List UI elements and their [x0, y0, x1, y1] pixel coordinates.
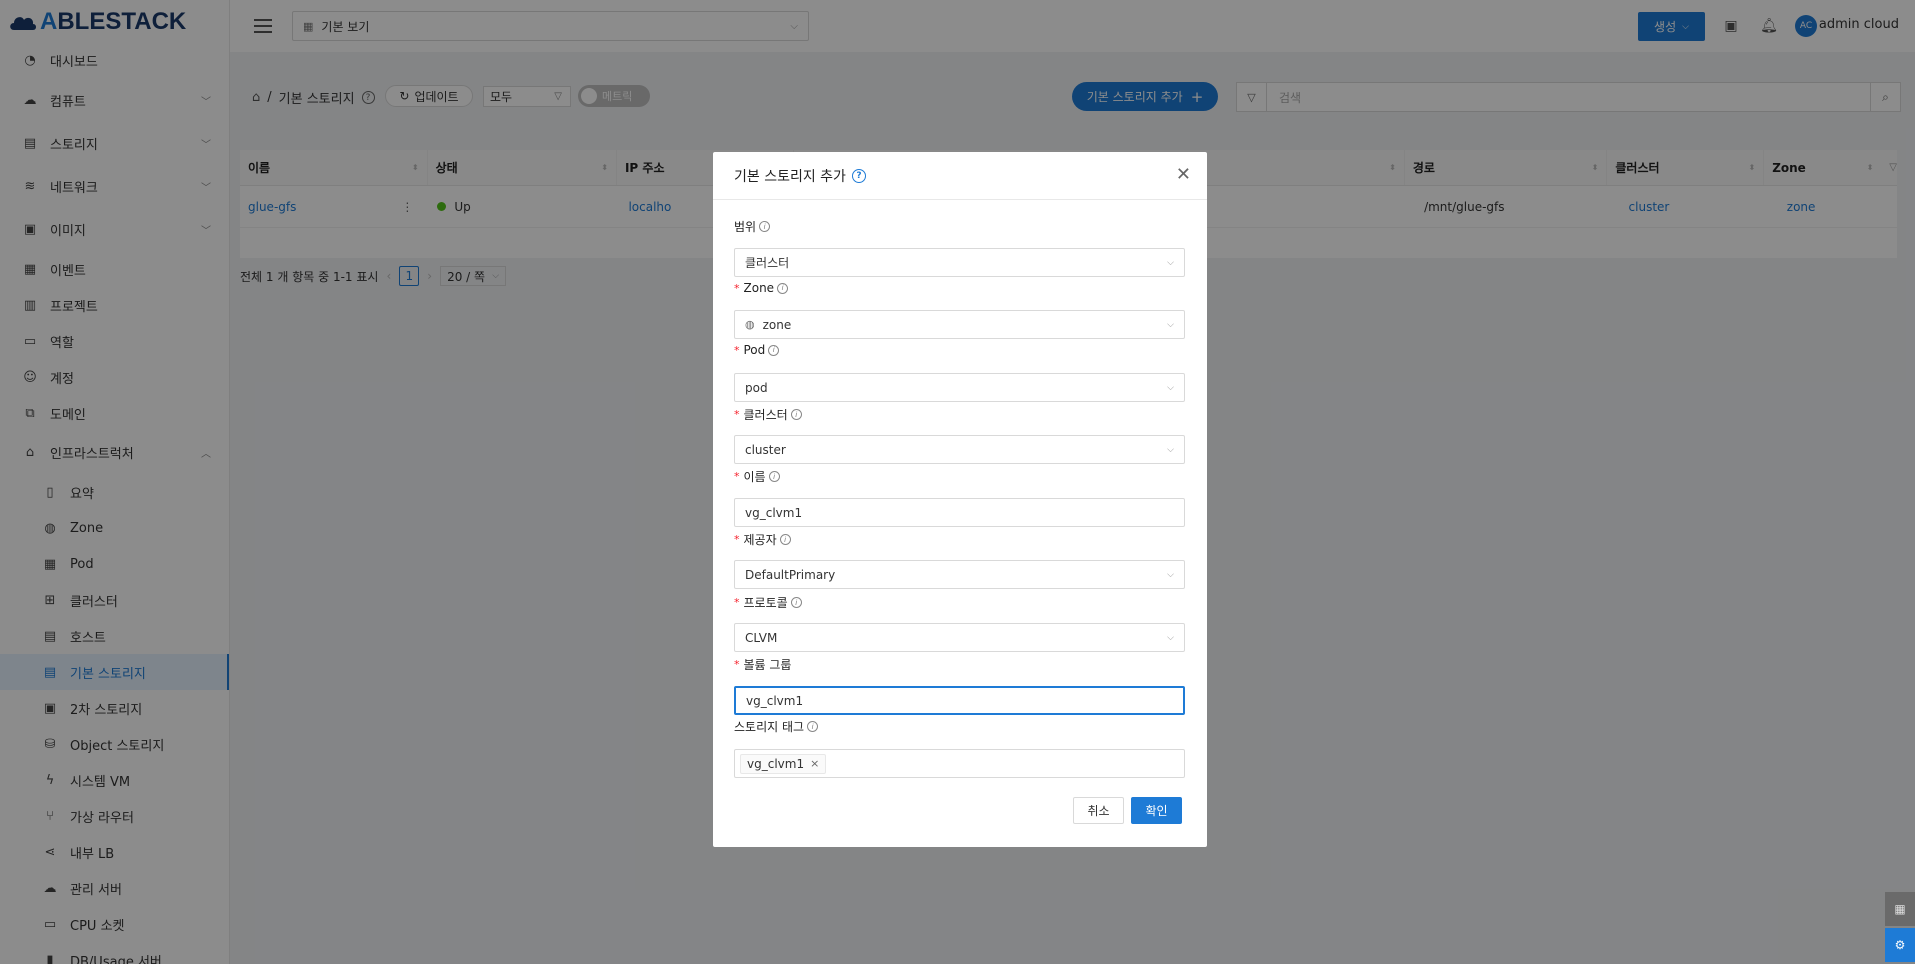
tag-close-icon[interactable]: × — [810, 757, 819, 770]
field-label-6: * 프로토콜 i — [734, 594, 802, 611]
cancel-button[interactable]: 취소 — [1073, 797, 1124, 824]
field-label-0: 범위 i — [734, 218, 771, 235]
modal-header: 기본 스토리지 추가 ? ✕ — [713, 152, 1207, 200]
info-circle-icon[interactable]: i — [768, 344, 780, 356]
select-6[interactable]: CLVM ⌵ — [734, 623, 1185, 652]
input-4[interactable]: vg_clvm1 — [734, 498, 1185, 527]
chevron-down-icon: ⌵ — [1167, 632, 1174, 643]
question-circle-icon[interactable]: ? — [851, 168, 866, 183]
field-label-7: * 볼륨 그룹 — [734, 658, 792, 672]
chevron-down-icon: ⌵ — [1167, 444, 1174, 455]
setting-icon[interactable]: ⚙ — [1885, 928, 1915, 962]
globe-icon: ◍ — [745, 318, 755, 331]
calculator-icon[interactable]: ▦ — [1885, 892, 1915, 926]
chevron-down-icon: ⌵ — [1167, 569, 1174, 580]
input-8[interactable]: vg_clvm1 × — [734, 749, 1185, 778]
close-icon[interactable]: ✕ — [1176, 166, 1191, 184]
info-circle-icon[interactable]: i — [790, 597, 802, 608]
storage-tag: vg_clvm1 × — [740, 753, 827, 774]
input-7[interactable]: vg_clvm1 — [734, 686, 1185, 715]
chevron-down-icon: ⌵ — [1167, 257, 1174, 268]
chevron-down-icon: ⌵ — [1167, 319, 1174, 330]
info-circle-icon[interactable]: i — [777, 282, 789, 294]
modal-title: 기본 스토리지 추가 — [734, 168, 846, 185]
field-label-8: 스토리지 태그 i — [734, 718, 819, 735]
info-circle-icon[interactable]: i — [779, 534, 791, 545]
select-0[interactable]: 클러스터 ⌵ — [734, 248, 1185, 277]
select-3[interactable]: cluster ⌵ — [734, 435, 1185, 464]
select-5[interactable]: DefaultPrimary ⌵ — [734, 560, 1185, 589]
chevron-down-icon: ⌵ — [1167, 382, 1174, 393]
field-label-1: * Zone i — [734, 281, 789, 295]
field-label-3: * 클러스터 i — [734, 406, 802, 423]
info-circle-icon[interactable]: i — [790, 409, 802, 420]
info-circle-icon[interactable]: i — [759, 221, 771, 232]
add-storage-modal: 기본 스토리지 추가 ? ✕ 범위 i 클러스터 ⌵ * Zone i ◍ zone ⌵ * Pod i… — [713, 152, 1207, 847]
info-circle-icon[interactable]: i — [768, 471, 780, 482]
field-label-2: * Pod i — [734, 343, 780, 357]
field-label-5: * 제공자 i — [734, 531, 791, 548]
info-circle-icon[interactable]: i — [807, 721, 819, 732]
field-label-4: * 이름 i — [734, 468, 780, 485]
ok-button[interactable]: 확인 — [1131, 797, 1182, 824]
select-1[interactable]: ◍ zone ⌵ — [734, 310, 1185, 339]
select-2[interactable]: pod ⌵ — [734, 373, 1185, 402]
